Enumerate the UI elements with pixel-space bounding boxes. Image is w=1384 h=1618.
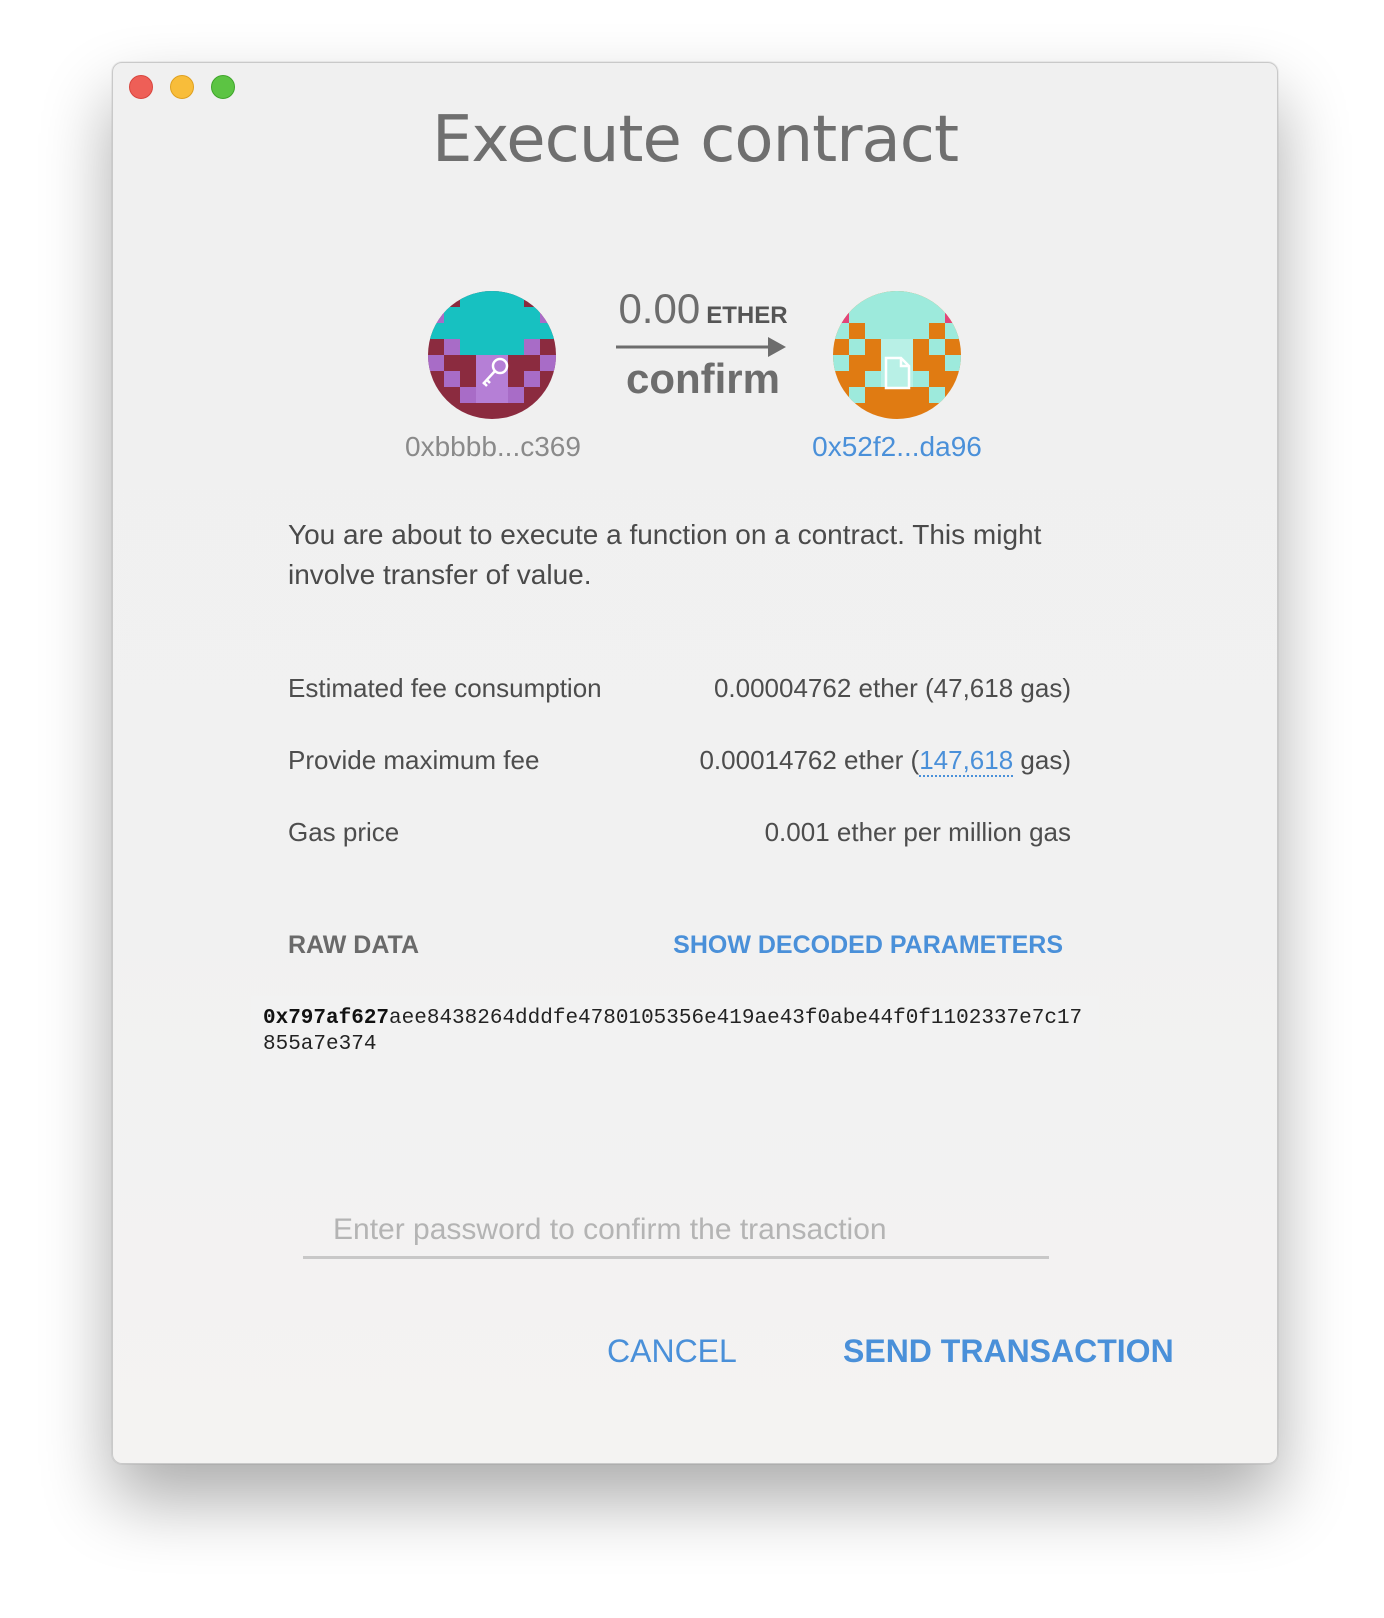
gas-price-label: Gas price (288, 817, 400, 847)
transfer-amount: 0.00 ETHER (613, 285, 793, 333)
from-address: 0xbbbb...c369 (405, 431, 581, 462)
page-title: Execute contract (431, 103, 959, 177)
close-window-button[interactable] (129, 75, 153, 99)
to-address-link[interactable]: 0x52f2...da96 (767, 431, 1027, 463)
maximum-fee-prefix: 0.00014762 ether ( (699, 745, 920, 775)
confirm-label: confirm (625, 355, 780, 402)
password-input[interactable] (303, 1203, 1049, 1259)
estimated-fee-row: Estimated fee consumption 0.00004762 eth… (288, 673, 1071, 704)
raw-data-box: 0x797af627aee8438264dddfe4780105356e419a… (251, 996, 1099, 1132)
amount-value: 0.00 (618, 285, 701, 332)
gas-price-value: 0.001 ether per million gas (764, 817, 1071, 847)
execute-contract-window: Execute contract 0xbbbb...c369 0.00 ETHE… (112, 62, 1278, 1464)
description-text: You are about to execute a function on a… (288, 519, 1042, 590)
cancel-button[interactable]: CANCEL (607, 1333, 737, 1370)
gas-price-row: Gas price 0.001 ether per million gas (288, 817, 1071, 848)
maximum-fee-value: 0.00014762 ether (147,618 gas) (699, 745, 1071, 777)
key-icon (478, 355, 512, 389)
window-controls (129, 75, 235, 99)
minimize-window-button[interactable] (170, 75, 194, 99)
gas-limit-link[interactable]: 147,618 (919, 745, 1014, 777)
estimated-fee-label: Estimated fee consumption (288, 673, 602, 703)
maximize-window-button[interactable] (211, 75, 235, 99)
from-account-identicon (428, 291, 556, 419)
maximum-fee-label: Provide maximum fee (288, 745, 540, 775)
to-contract-identicon (833, 291, 961, 419)
estimated-fee-value: 0.00004762 ether (47,618 gas) (713, 673, 1071, 703)
raw-data-label: RAW DATA (288, 931, 419, 959)
file-icon (881, 355, 913, 391)
raw-data-method-id: 0x797af627 (263, 1007, 390, 1030)
amount-unit: ETHER (706, 302, 788, 329)
show-decoded-parameters-button[interactable]: SHOW DECODED PARAMETERS (673, 931, 1063, 960)
maximum-fee-row: Provide maximum fee 0.00014762 ether (14… (288, 745, 1071, 777)
maximum-fee-suffix: gas) (1013, 745, 1071, 775)
send-transaction-button[interactable]: SEND TRANSACTION (843, 1333, 1174, 1370)
